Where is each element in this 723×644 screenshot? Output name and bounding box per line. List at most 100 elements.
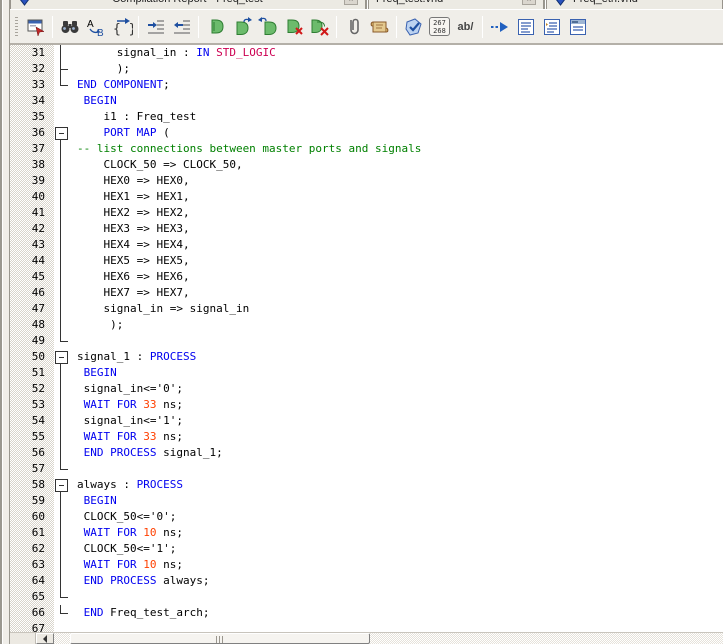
code-text[interactable]: signal_in<='0'; (74, 381, 723, 397)
text-editor-toolbar: AB { } (10, 9, 723, 45)
code-text[interactable]: END PROCESS always; (74, 573, 723, 589)
svg-text:A: A (87, 19, 94, 30)
code-text[interactable]: CLOCK_50 => CLOCK_50, (74, 157, 723, 173)
next-bookmark-button[interactable] (229, 15, 254, 39)
decrease-indent-button[interactable] (169, 15, 194, 39)
code-line: 57 (10, 461, 723, 477)
fold-collapse-box[interactable] (54, 349, 74, 365)
insert-template-button[interactable] (367, 15, 392, 39)
close-icon[interactable]: x (522, 0, 536, 5)
code-line: 48 ); (10, 317, 723, 333)
close-icon[interactable]: x (344, 0, 358, 5)
code-line: 67 (10, 621, 723, 632)
code-line: 55 WAIT FOR 33 ns; (10, 429, 723, 445)
tab-freq-eth-vhd[interactable]: Freq_eth.vhd (546, 0, 723, 9)
horizontal-scrollbar[interactable] (10, 632, 723, 644)
code-text[interactable]: HEX0 => HEX0, (74, 173, 723, 189)
previous-bookmark-button[interactable] (255, 15, 280, 39)
replace-button[interactable]: AB (83, 15, 108, 39)
code-text[interactable]: i1 : Freq_test (74, 109, 723, 125)
code-text[interactable]: -- list connections between master ports… (74, 141, 723, 157)
code-text[interactable]: WAIT FOR 33 ns; (74, 397, 723, 413)
toolbar-separator (396, 16, 397, 38)
line-number: 61 (10, 525, 54, 541)
code-text[interactable]: END PROCESS signal_1; (74, 445, 723, 461)
code-text[interactable]: HEX1 => HEX1, (74, 189, 723, 205)
window-shortcut-button[interactable] (23, 15, 48, 39)
code-line: 45 HEX6 => HEX6, (10, 269, 723, 285)
line-number: 51 (10, 365, 54, 381)
code-line: 54 signal_in<='1'; (10, 413, 723, 429)
code-text[interactable]: signal_1 : PROCESS (74, 349, 723, 365)
code-editor[interactable]: 31 signal_in : IN STD_LOGIC32 );33END CO… (10, 45, 723, 632)
document-header-button[interactable] (565, 15, 590, 39)
increase-indent-button[interactable] (143, 15, 168, 39)
code-text[interactable]: HEX4 => HEX4, (74, 237, 723, 253)
code-text[interactable]: BEGIN (74, 493, 723, 509)
code-text[interactable]: BEGIN (74, 365, 723, 381)
code-text[interactable]: CLOCK_50<='1'; (74, 541, 723, 557)
find-binoculars-icon (59, 16, 81, 38)
tab-compilation-report[interactable]: Compilation Report - Freq_test x (10, 0, 366, 9)
scroll-left-button[interactable] (36, 633, 54, 644)
matching-delimiter-button[interactable]: { } (109, 15, 134, 39)
code-text[interactable]: WAIT FOR 10 ns; (74, 557, 723, 573)
remove-all-bookmarks-icon (309, 16, 331, 38)
code-line: 46 HEX7 => HEX7, (10, 285, 723, 301)
fold-marker (54, 605, 74, 621)
code-text[interactable]: signal_in => signal_in (74, 301, 723, 317)
syntax-check-button[interactable] (401, 15, 426, 39)
goto-line-button[interactable]: 267 268 (427, 15, 452, 39)
fold-marker (54, 557, 74, 573)
code-text[interactable]: END Freq_test_arch; (74, 605, 723, 621)
code-text[interactable]: HEX6 => HEX6, (74, 269, 723, 285)
code-text[interactable]: BEGIN (74, 93, 723, 109)
comment-button[interactable]: ab/ (453, 15, 478, 39)
code-text[interactable] (74, 333, 723, 349)
remove-bookmark-button[interactable] (281, 15, 306, 39)
line-number: 60 (10, 509, 54, 525)
code-text[interactable]: HEX2 => HEX2, (74, 205, 723, 221)
line-number: 56 (10, 445, 54, 461)
code-text[interactable]: always : PROCESS (74, 477, 723, 493)
toolbar-grip[interactable] (15, 17, 18, 37)
line-number: 42 (10, 221, 54, 237)
code-text[interactable]: WAIT FOR 10 ns; (74, 525, 723, 541)
code-text[interactable] (74, 461, 723, 477)
tab-label: Freq_eth.vhd (573, 0, 638, 5)
scrollbar-thumb[interactable] (70, 633, 370, 644)
vhdl-text-editor-window: Compilation Report - Freq_test x Freq_te… (0, 0, 723, 644)
insert-file-button[interactable] (341, 15, 366, 39)
fold-marker (54, 445, 74, 461)
code-text[interactable]: CLOCK_50<='0'; (74, 509, 723, 525)
code-text[interactable]: ); (74, 61, 723, 77)
decrease-indent-icon (171, 16, 193, 38)
code-line: 47 signal_in => signal_in (10, 301, 723, 317)
code-text[interactable]: HEX7 => HEX7, (74, 285, 723, 301)
code-text[interactable]: signal_in<='1'; (74, 413, 723, 429)
window-left-border (0, 0, 10, 644)
code-text[interactable] (74, 589, 723, 605)
insert-bookmark-button[interactable] (203, 15, 228, 39)
code-text[interactable]: signal_in : IN STD_LOGIC (74, 45, 723, 61)
line-number: 54 (10, 413, 54, 429)
document-lines-button[interactable] (513, 15, 538, 39)
fold-collapse-box[interactable] (54, 477, 74, 493)
code-text[interactable]: HEX3 => HEX3, (74, 221, 723, 237)
remove-all-bookmarks-button[interactable] (307, 15, 332, 39)
document-tab-bar: Compilation Report - Freq_test x Freq_te… (10, 0, 723, 9)
code-text[interactable]: WAIT FOR 33 ns; (74, 429, 723, 445)
code-text[interactable]: PORT MAP ( (74, 125, 723, 141)
code-text[interactable]: ); (74, 317, 723, 333)
fold-marker (54, 45, 74, 61)
code-text[interactable]: HEX5 => HEX5, (74, 253, 723, 269)
fold-collapse-box[interactable] (54, 125, 74, 141)
jump-arrow-button[interactable] (487, 15, 512, 39)
tab-freq-test-vhd[interactable]: Freq_test.vhd x (368, 0, 544, 9)
document-indent-button[interactable] (539, 15, 564, 39)
line-number: 39 (10, 173, 54, 189)
code-text[interactable]: END COMPONENT; (74, 77, 723, 93)
find-button[interactable] (57, 15, 82, 39)
code-text[interactable] (74, 621, 723, 632)
scrollbar-track[interactable] (54, 633, 723, 644)
